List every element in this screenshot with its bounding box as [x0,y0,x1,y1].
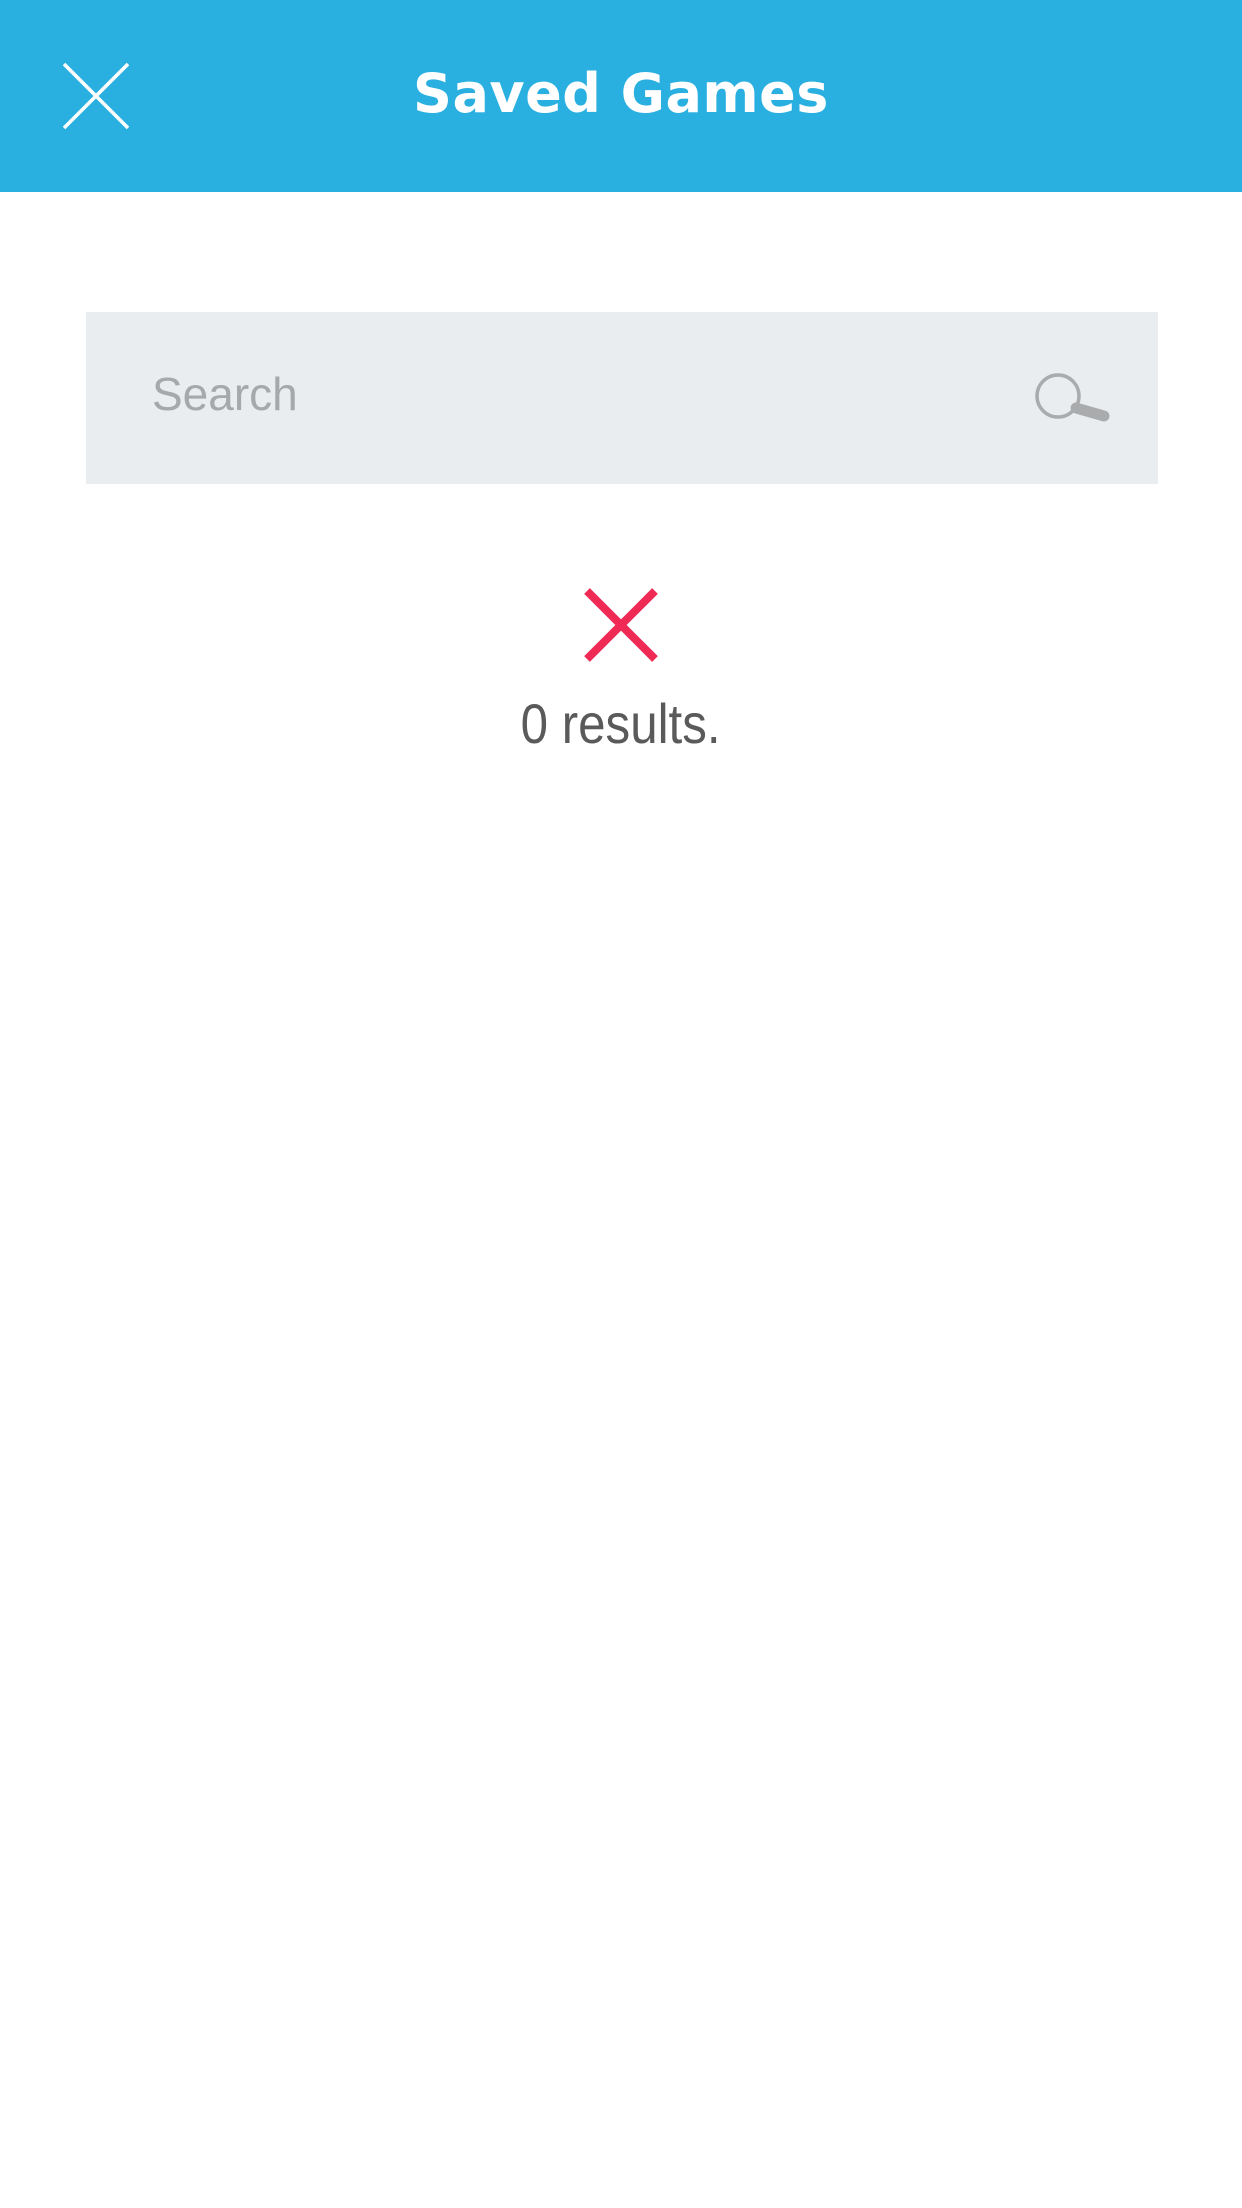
search-icon [1035,373,1110,422]
search-bar[interactable] [86,312,1158,484]
empty-results: 0 results. [0,585,1242,756]
search-button[interactable] [1032,372,1112,432]
error-x-icon [584,588,658,662]
page-title: Saved Games [413,62,829,125]
search-input[interactable] [152,352,1012,436]
top-bar: Saved Games [0,0,1242,192]
results-count-text: 0 results. [521,692,721,755]
